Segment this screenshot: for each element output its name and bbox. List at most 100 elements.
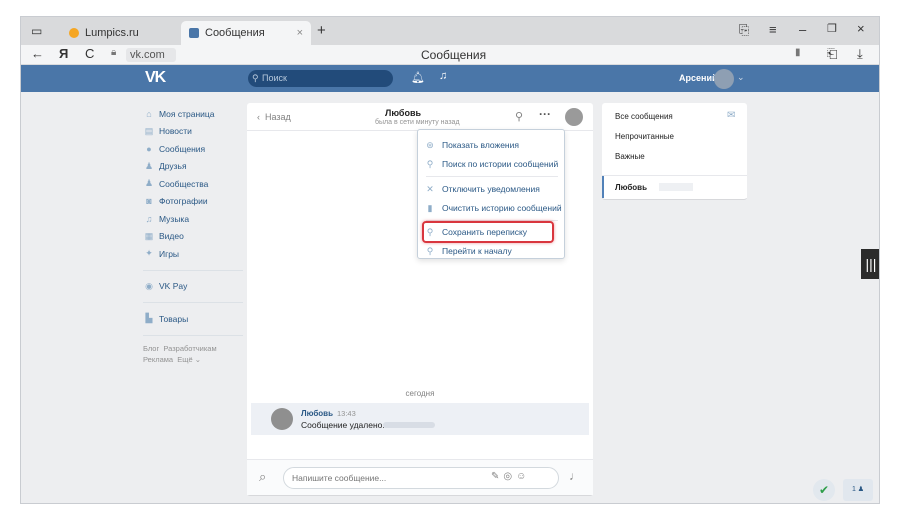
message-filters-panel: Все сообщения ✉ Непрочитанные Важные Люб… xyxy=(602,103,747,199)
back-link[interactable]: ‹ Назад xyxy=(257,112,291,122)
menu-label: Фотографии xyxy=(159,196,208,207)
menu-divider xyxy=(143,334,243,336)
menu-icon[interactable]: ≡ xyxy=(769,22,777,37)
attachments-icon: ⊛ xyxy=(426,139,434,150)
footer-link-blog[interactable]: Блог xyxy=(143,344,159,353)
blurred-surname xyxy=(659,183,693,191)
menu-search-history[interactable]: ⚲ Поиск по истории сообщений xyxy=(418,155,566,173)
menu-label: Сообщения xyxy=(159,143,206,154)
reload-button[interactable]: C xyxy=(85,46,94,61)
menu-mute-notifications[interactable]: ✕ Отключить уведомления xyxy=(418,180,566,198)
menu-item-groups[interactable]: ♟ Сообщества xyxy=(143,175,243,193)
menu-item-photos[interactable]: ◙ Фотографии xyxy=(143,193,243,211)
message-avatar[interactable] xyxy=(271,408,293,430)
sidebar-toggle-icon[interactable]: ▭ xyxy=(31,24,42,38)
minimize-button[interactable]: – xyxy=(799,22,806,37)
composer-tools: ✎◎☺ xyxy=(491,471,530,482)
notifications-bell-icon[interactable]: 🔔︎ xyxy=(411,71,425,84)
peer-avatar[interactable] xyxy=(565,108,583,126)
red-highlight-frame xyxy=(422,221,554,243)
url-field[interactable]: vk.com xyxy=(126,48,176,62)
back-button[interactable]: ← xyxy=(31,46,44,61)
trash-icon: ▮ xyxy=(427,202,433,213)
more-actions-icon[interactable]: ··· xyxy=(539,107,551,121)
menu-label: Поиск по истории сообщений xyxy=(442,159,559,169)
menu-label: VK Pay xyxy=(159,281,188,292)
yandex-logo-icon[interactable]: Я xyxy=(59,46,68,61)
browser-window: ▭ Lumpics.ru Сообщения × + ⎘ ≡ – ❐ × ← Я… xyxy=(20,16,880,504)
footer-link-more[interactable]: Ещё ⌄ xyxy=(177,355,201,364)
search-icon: ⚲ xyxy=(426,158,434,169)
active-chat-item[interactable]: Любовь xyxy=(602,176,747,198)
tab-label: Сообщения xyxy=(205,27,265,39)
footer-link-developers[interactable]: Разработчикам xyxy=(163,344,216,353)
menu-item-my-page[interactable]: ⌂ Моя страница xyxy=(143,105,243,123)
message-time: 13:43 xyxy=(337,409,356,418)
menu-clear-history[interactable]: ▮ Очистить историю сообщений xyxy=(418,199,566,217)
user-avatar[interactable] xyxy=(714,69,734,89)
friends-icon: ♟ xyxy=(144,160,154,171)
music-player-icon[interactable]: ♫ xyxy=(439,70,447,82)
tab-lumpics[interactable]: Lumpics.ru xyxy=(61,21,171,45)
footer-link-ads[interactable]: Реклама xyxy=(143,355,173,364)
home-icon: ⌂ xyxy=(146,108,152,119)
menu-item-news[interactable]: ▤ Новости xyxy=(143,123,243,141)
menu-label: Товары xyxy=(159,313,189,324)
close-window-button[interactable]: × xyxy=(857,21,865,36)
menu-label: Перейти к началу xyxy=(442,246,512,256)
blurred-link[interactable] xyxy=(383,422,435,428)
message-author[interactable]: Любовь xyxy=(301,409,333,418)
menu-label: Музыка xyxy=(159,213,190,224)
groups-icon: ♟ xyxy=(144,178,154,189)
menu-item-games[interactable]: ✦ Игры xyxy=(143,245,243,263)
emoji-icon[interactable]: ☺ xyxy=(516,471,530,482)
menu-item-video[interactable]: ▦ Видео xyxy=(143,228,243,246)
menu-go-to-start[interactable]: ⚲ Перейти к началу xyxy=(418,242,566,260)
music-icon: ♫ xyxy=(145,213,153,224)
message-row[interactable]: Любовь 13:43 Сообщение удалено. xyxy=(251,403,589,435)
graffiti-icon[interactable]: ✎ xyxy=(491,471,503,482)
filter-unread[interactable]: Непрочитанные xyxy=(615,132,674,141)
menu-label: Игры xyxy=(159,248,180,259)
vk-logo[interactable]: VK xyxy=(145,69,166,87)
lock-icon[interactable]: 🔒︎ xyxy=(111,47,116,58)
chevron-down-icon[interactable]: ⌄ xyxy=(737,72,745,83)
tab-bar: ▭ Lumpics.ru Сообщения × + ⎘ ≡ – ❐ × xyxy=(21,17,879,45)
reader-icon[interactable]: ⎗ xyxy=(827,46,837,62)
extensions-icon[interactable]: ⎘ xyxy=(739,22,749,38)
menu-label: Сообщества xyxy=(159,178,209,189)
new-tab-button[interactable]: + xyxy=(317,22,326,39)
menu-label: Отключить уведомления xyxy=(442,184,540,194)
menu-item-vkpay[interactable]: ◉ VK Pay xyxy=(143,278,243,296)
menu-item-friends[interactable]: ♟ Друзья xyxy=(143,158,243,176)
peer-status: была в сети минуту назад xyxy=(375,119,460,126)
paperclip-icon[interactable]: ⌕ xyxy=(259,469,266,485)
search-icon[interactable]: ⚲ xyxy=(515,110,523,123)
menu-item-messages[interactable]: ● Сообщения xyxy=(143,140,243,158)
page-title: Сообщения xyxy=(421,48,487,62)
menu-show-attachments[interactable]: ⊛ Показать вложения xyxy=(418,136,566,154)
download-icon[interactable]: ⤓ xyxy=(857,46,863,62)
tab-messages[interactable]: Сообщения × xyxy=(181,21,311,45)
vk-search-input[interactable]: ⚲ Поиск xyxy=(248,70,393,87)
microphone-icon[interactable]: ♩ xyxy=(569,469,581,483)
menu-divider xyxy=(143,302,243,303)
mail-icon[interactable]: ✉ xyxy=(727,110,735,121)
shopping-bag-icon: ▙ xyxy=(145,313,153,324)
shield-check-icon[interactable]: ✔ xyxy=(813,479,835,501)
menu-item-music[interactable]: ♫ Музыка xyxy=(143,210,243,228)
user-name[interactable]: Арсений xyxy=(679,73,718,83)
menu-footer: Блог Разработчикам Реклама Ещё ⌄ xyxy=(143,343,243,365)
side-panel-handle[interactable]: ||| xyxy=(861,249,879,279)
bookmark-icon[interactable]: ▮ xyxy=(795,47,801,58)
filter-important[interactable]: Важные xyxy=(615,152,645,161)
filter-all-messages[interactable]: Все сообщения xyxy=(615,112,673,121)
camera-icon[interactable]: ◎ xyxy=(503,471,516,482)
tab-close-icon[interactable]: × xyxy=(297,27,303,39)
conversation-header: ‹ Назад Любовь была в сети минуту назад … xyxy=(247,103,593,131)
peer-name[interactable]: Любовь xyxy=(385,108,421,118)
online-counter[interactable]: 1 ♟ xyxy=(843,479,873,501)
restore-button[interactable]: ❐ xyxy=(827,22,837,35)
active-chat-name: Любовь xyxy=(615,183,648,192)
menu-item-goods[interactable]: ▙ Товары xyxy=(143,310,243,328)
